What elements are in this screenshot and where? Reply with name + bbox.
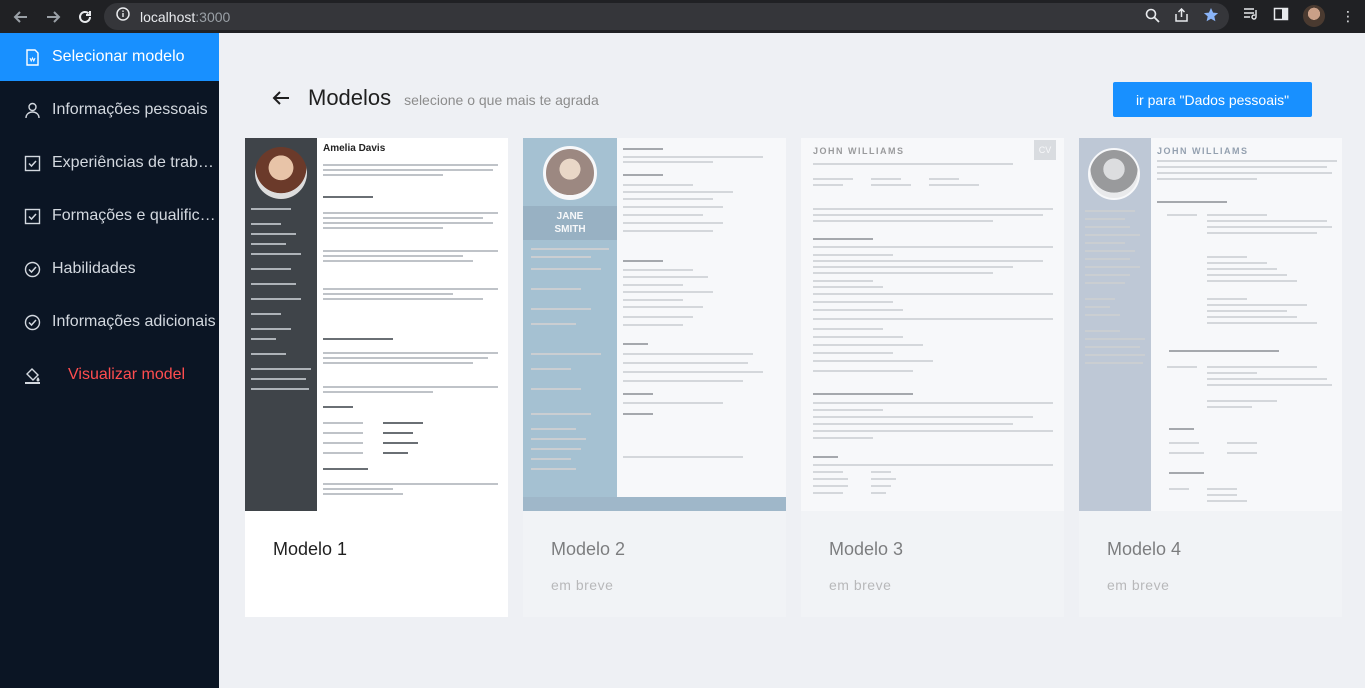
resume-first-name: JANE xyxy=(556,211,584,222)
card-title: Modelo 1 xyxy=(273,539,348,559)
user-icon xyxy=(25,102,40,118)
page-subtitle: selecione o que mais te agrada xyxy=(404,92,599,108)
zoom-icon[interactable] xyxy=(1145,8,1160,28)
sidebar-item-label: Informações adicionais xyxy=(52,313,216,330)
forward-nav-icon[interactable] xyxy=(42,6,64,28)
sidebar-item-informacoes-pessoais[interactable]: Informações pessoais xyxy=(0,86,219,134)
sidebar-item-visualizar-modelo[interactable]: Visualizar model xyxy=(0,351,219,399)
menu-kebab-icon[interactable]: ⋮ xyxy=(1341,8,1355,25)
card-title: Modelo 2 xyxy=(551,539,626,559)
template-card-4[interactable]: JOHN WILLIAMS Modelo 4 em breve xyxy=(1079,138,1342,617)
resume-namebox: JANE SMITH xyxy=(523,206,617,240)
paint-bucket-icon xyxy=(25,367,40,384)
resume-photo xyxy=(1088,148,1140,200)
resume-name: Amelia Davis xyxy=(323,143,386,154)
page-title: Modelos xyxy=(308,85,392,110)
card-description: em breve xyxy=(829,577,892,593)
card-description: em breve xyxy=(1107,577,1170,593)
sidebar-item-label: Experiências de trabalho xyxy=(52,154,219,171)
next-personal-data-button[interactable]: ir para "Dados pessoais" xyxy=(1113,82,1312,117)
check-circle-icon xyxy=(24,314,41,330)
browser-toolbar: localhost:3000 ⋮ xyxy=(0,0,1365,33)
url-host: localhost xyxy=(140,8,196,25)
resume-footer-bar xyxy=(523,497,786,511)
reading-list-icon[interactable] xyxy=(1243,6,1259,27)
template-card-list: Amelia Davis Modelo 1 JANE SMITH Modelo … xyxy=(245,138,1342,617)
url-port: :3000 xyxy=(195,8,231,25)
sidebar-item-habilidades[interactable]: Habilidades xyxy=(0,245,219,293)
template-card-3[interactable]: JOHN WILLIAMS CV Modelo 3 em breve xyxy=(801,138,1064,617)
resume-thumbnail-3: JOHN WILLIAMS CV xyxy=(801,138,1064,511)
back-nav-icon[interactable] xyxy=(10,6,32,28)
bookmark-star-icon[interactable] xyxy=(1203,7,1219,28)
sidebar-item-label: Habilidades xyxy=(52,260,136,277)
site-info-icon[interactable] xyxy=(116,7,130,26)
sidebar-item-label: Informações pessoais xyxy=(52,101,208,118)
template-card-1[interactable]: Amelia Davis Modelo 1 xyxy=(245,138,508,617)
resume-thumbnail-4: JOHN WILLIAMS xyxy=(1079,138,1342,511)
checkbox-icon xyxy=(24,208,41,224)
resume-thumbnail-1: Amelia Davis xyxy=(245,138,508,511)
card-body: Modelo 1 xyxy=(245,511,508,583)
resume-name: JOHN WILLIAMS xyxy=(813,146,905,156)
document-icon xyxy=(26,48,39,66)
check-circle-icon xyxy=(24,261,41,277)
checkbox-icon xyxy=(24,155,41,171)
sidebar-item-label: Formações e qualificações xyxy=(52,207,219,224)
resume-thumbnail-2: JANE SMITH xyxy=(523,138,786,511)
reload-icon[interactable] xyxy=(74,6,96,28)
sidebar-item-label: Selecionar modelo xyxy=(52,48,185,65)
resume-photo xyxy=(543,146,597,200)
card-body: Modelo 4 em breve xyxy=(1079,511,1342,617)
sidebar-item-label: Visualizar model xyxy=(68,366,186,383)
sidebar-item-informacoes-adicionais[interactable]: Informações adicionais xyxy=(0,298,219,346)
address-bar[interactable]: localhost:3000 xyxy=(104,3,1229,30)
sidebar: Selecionar modelo Informações pessoais E… xyxy=(0,33,219,688)
profile-avatar[interactable] xyxy=(1303,5,1325,27)
resume-photo xyxy=(255,147,307,199)
card-title: Modelo 4 xyxy=(1107,539,1182,559)
side-panel-icon[interactable] xyxy=(1273,6,1289,27)
resume-last-name: SMITH xyxy=(554,224,586,235)
resume-name: JOHN WILLIAMS xyxy=(1157,146,1249,156)
sidebar-item-experiencias[interactable]: Experiências de trabalho xyxy=(0,139,219,187)
card-description: em breve xyxy=(551,577,614,593)
template-card-2[interactable]: JANE SMITH Modelo 2 em breve xyxy=(523,138,786,617)
resume-cv-badge: CV xyxy=(1034,140,1056,160)
arrow-left-icon[interactable] xyxy=(271,88,291,108)
card-body: Modelo 2 em breve xyxy=(523,511,786,617)
sidebar-item-selecionar-modelo[interactable]: Selecionar modelo xyxy=(0,33,219,81)
page-header: Modelos selecione o que mais te agrada xyxy=(271,85,599,111)
sidebar-item-formacoes[interactable]: Formações e qualificações xyxy=(0,192,219,240)
card-title: Modelo 3 xyxy=(829,539,904,559)
main-content: Modelos selecione o que mais te agrada i… xyxy=(219,33,1365,688)
card-body: Modelo 3 em breve xyxy=(801,511,1064,617)
share-icon[interactable] xyxy=(1174,7,1189,28)
